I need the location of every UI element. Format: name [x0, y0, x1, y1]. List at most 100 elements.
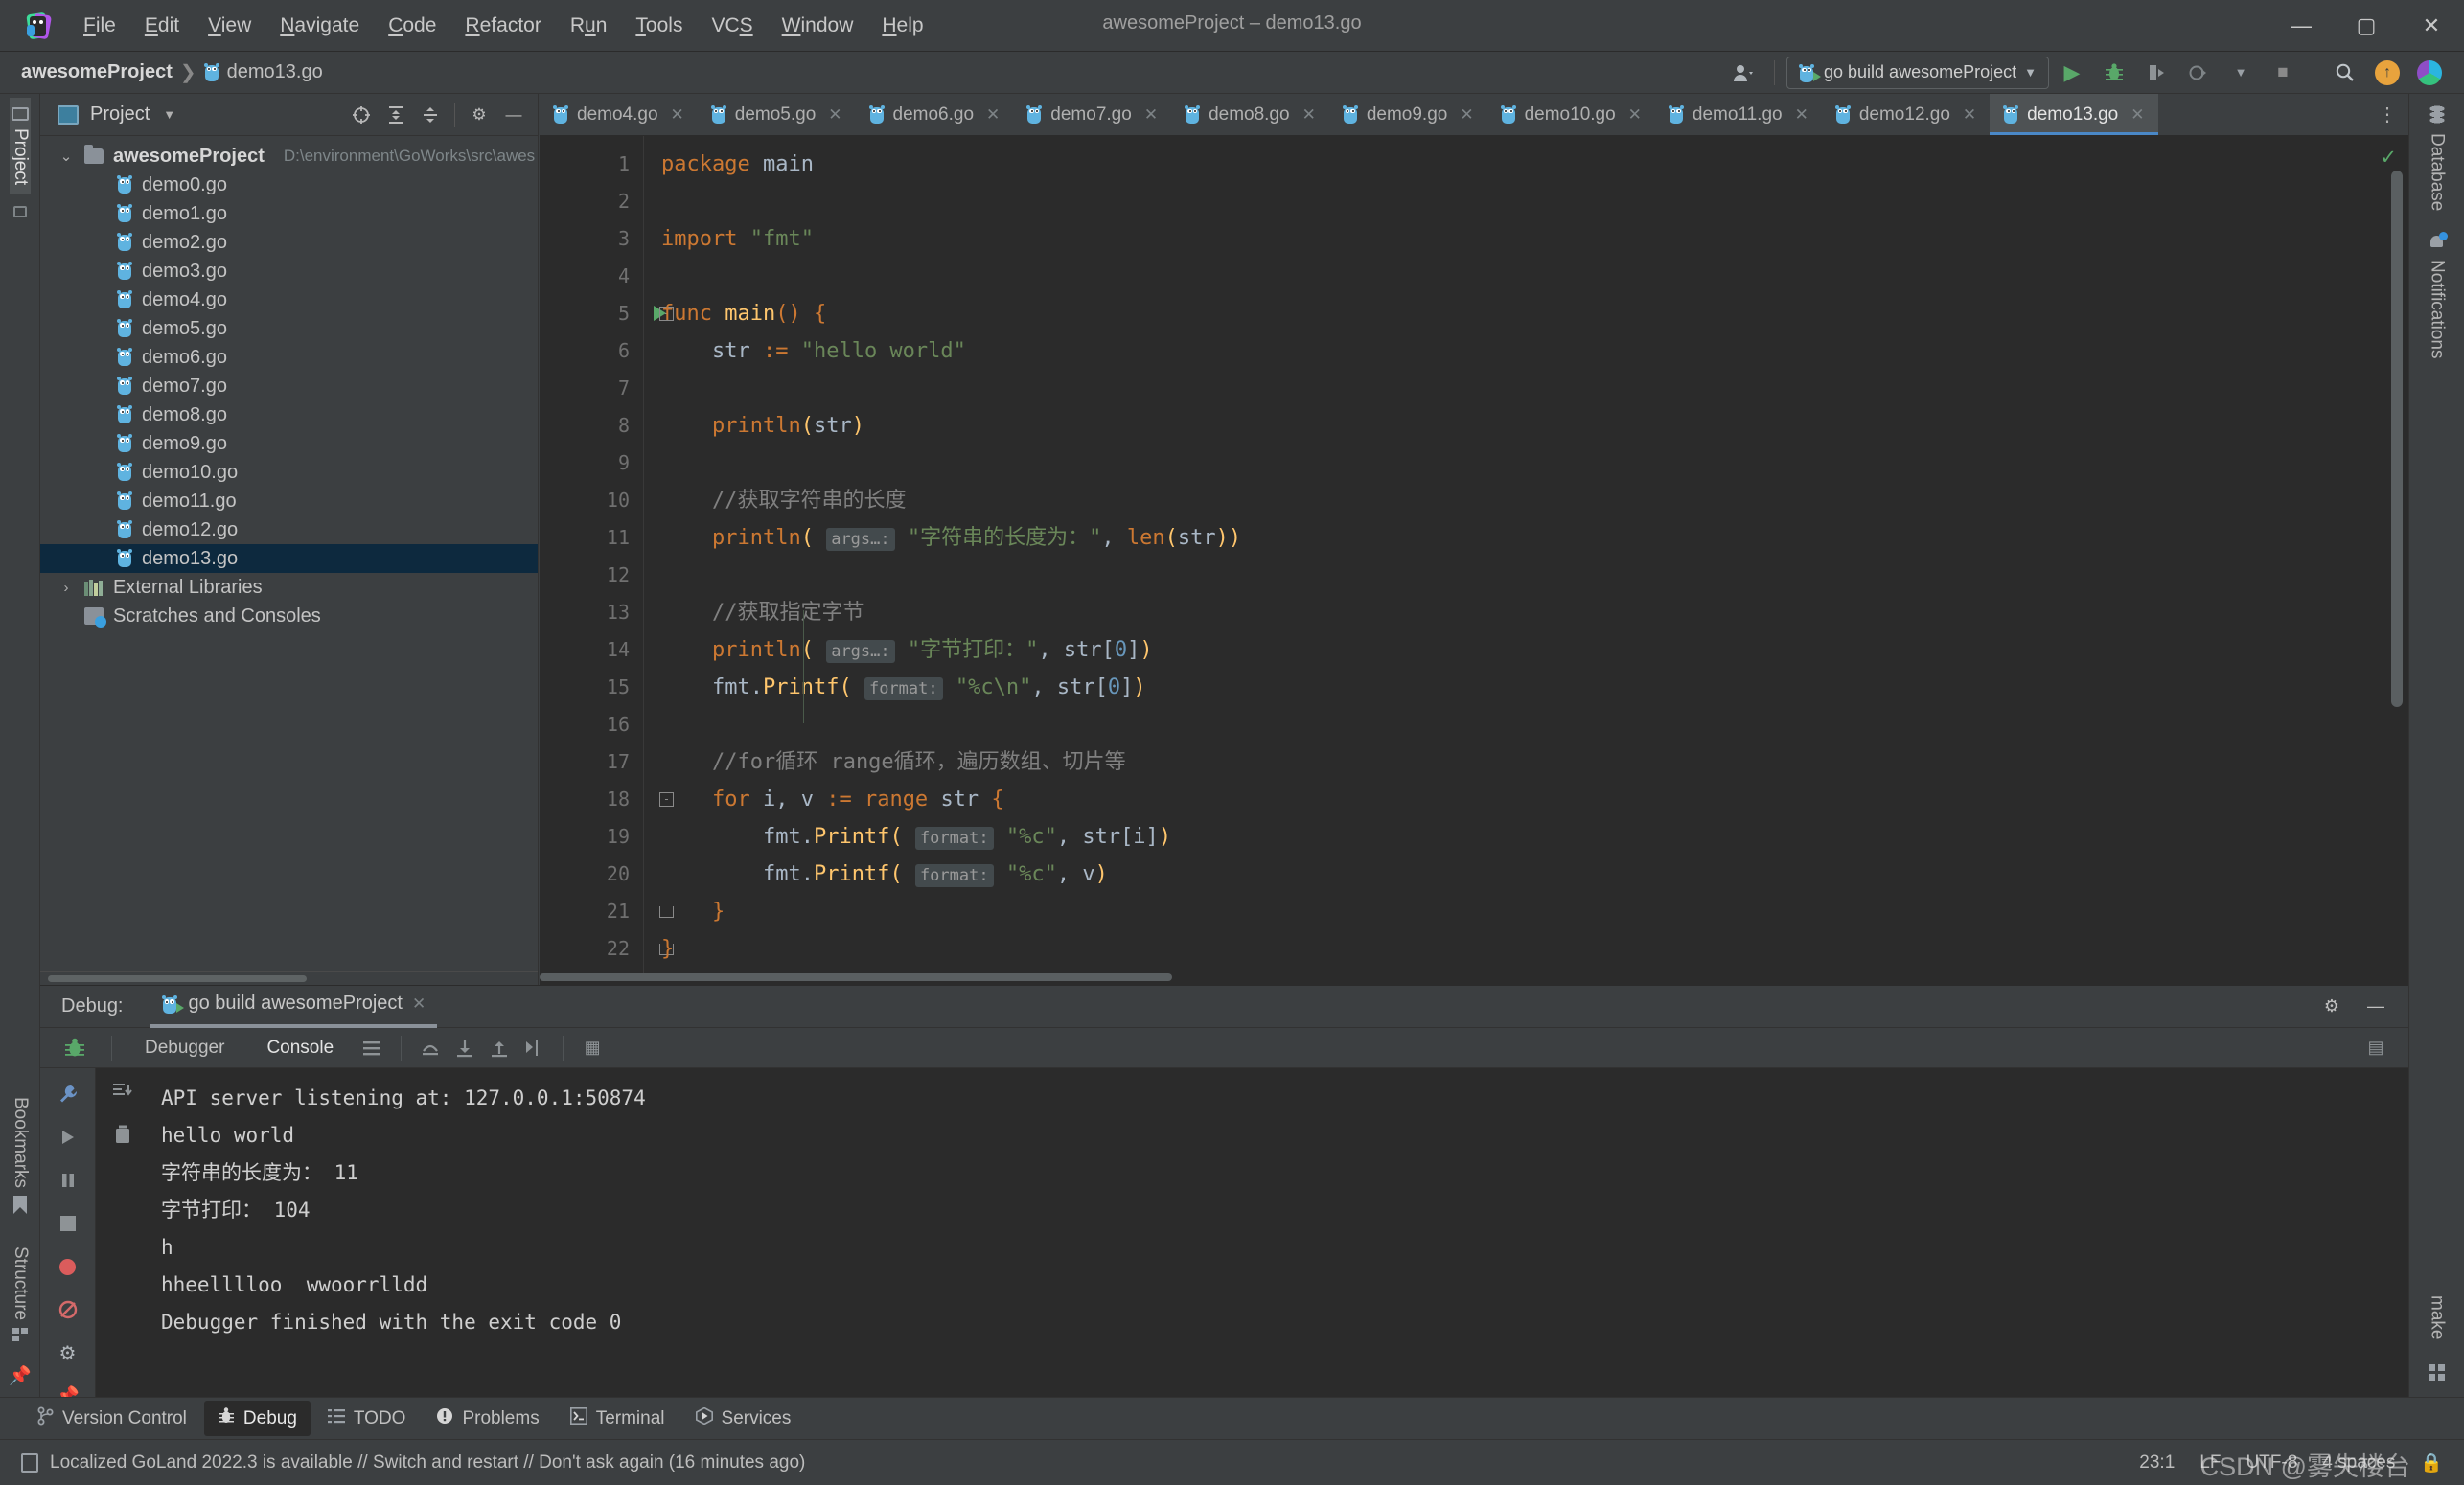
run-configuration-selector[interactable]: go build awesomeProject ▼	[1786, 56, 2049, 89]
code-line[interactable]: func main() {	[644, 295, 2382, 332]
debug-button[interactable]	[2095, 56, 2133, 90]
sidebar-item-database[interactable]: Database	[2427, 94, 2448, 222]
code-line[interactable]	[644, 370, 2382, 407]
file-encoding[interactable]: UTF-8	[2245, 1452, 2297, 1474]
mute-breakpoints-icon[interactable]	[52, 1296, 84, 1324]
menu-navigate[interactable]: Navigate	[265, 9, 374, 43]
step-into-icon[interactable]	[448, 1034, 482, 1062]
close-icon[interactable]: ✕	[2130, 105, 2144, 125]
run-to-cursor-icon[interactable]	[517, 1034, 551, 1062]
editor-tabs-menu-icon[interactable]: ⋮	[2366, 94, 2408, 135]
tree-node[interactable]: demo0.go	[40, 171, 538, 199]
editor-gutter[interactable]: 1 2 3 4 5-6 7 8 9 10 11 12 13 14 15 16 17 18-19 20 21 22	[540, 136, 674, 973]
close-icon[interactable]: ✕	[1302, 105, 1316, 125]
tree-node[interactable]: demo4.go	[40, 286, 538, 314]
stop-program-icon[interactable]	[52, 1209, 84, 1237]
code-line[interactable]: fmt.Printf( format: "%c", v)	[644, 856, 2382, 893]
code-line[interactable]: println(str)	[644, 407, 2382, 445]
code-line[interactable]	[644, 557, 2382, 594]
hide-panel-icon[interactable]: —	[497, 99, 530, 131]
editor-tab[interactable]: demo5.go ✕	[698, 94, 856, 135]
tree-node[interactable]: demo3.go	[40, 257, 538, 286]
code-line[interactable]: package main	[644, 146, 2382, 183]
step-out-icon[interactable]	[482, 1034, 517, 1062]
menu-refactor[interactable]: Refactor	[450, 9, 555, 43]
code-content[interactable]: package main import "fmt" func main() { st…	[643, 136, 2382, 973]
code-line[interactable]: println( args…: "字节打印：", str[0])	[644, 631, 2382, 669]
tree-node[interactable]: demo10.go	[40, 458, 538, 487]
code-line[interactable]: println( args…: "字符串的长度为：", len(str))	[644, 519, 2382, 557]
code-line[interactable]: for i, v := range str {	[644, 781, 2382, 818]
close-button[interactable]: ✕	[2399, 0, 2464, 52]
code-line[interactable]	[644, 706, 2382, 743]
editor-tab[interactable]: demo10.go ✕	[1487, 94, 1655, 135]
breadcrumb-file[interactable]: demo13.go	[227, 61, 323, 83]
editor-tab[interactable]: demo9.go ✕	[1329, 94, 1487, 135]
tree-twisty-icon[interactable]: ⌄	[58, 148, 75, 165]
sidebar-item-bookmarks[interactable]: Bookmarks	[10, 1087, 31, 1223]
indent-setting[interactable]: 4 spaces	[2322, 1452, 2395, 1474]
code-line[interactable]: fmt.Printf( format: "%c", str[i])	[644, 818, 2382, 856]
editor-tab[interactable]: demo8.go ✕	[1171, 94, 1329, 135]
profile-button[interactable]	[2179, 56, 2218, 90]
tree-twisty-icon[interactable]: ›	[58, 580, 75, 596]
menu-tools[interactable]: Tools	[621, 9, 697, 43]
collapse-all-icon[interactable]	[414, 99, 447, 131]
pin-icon[interactable]: 📌	[9, 1364, 32, 1387]
menu-code[interactable]: Code	[374, 9, 450, 43]
tool-window-button[interactable]: Version Control	[23, 1401, 200, 1436]
step-over-icon[interactable]	[413, 1034, 448, 1062]
code-line[interactable]	[644, 258, 2382, 295]
tool-window-button[interactable]: Debug	[203, 1401, 311, 1436]
debug-subtab[interactable]: Debugger	[124, 1032, 245, 1064]
commit-window-icon[interactable]	[13, 206, 27, 218]
tree-node[interactable]: demo8.go	[40, 400, 538, 429]
console-output[interactable]: API server listening at: 127.0.0.1:50874…	[150, 1068, 2408, 1410]
minimize-button[interactable]: —	[2268, 0, 2334, 52]
tool-window-button[interactable]: Problems	[423, 1402, 552, 1435]
ai-assistant-icon[interactable]	[2410, 56, 2449, 90]
editor-tab[interactable]: demo4.go ✕	[540, 94, 698, 135]
update-available-icon[interactable]: ↑	[2368, 56, 2406, 90]
evaluate-expression-icon[interactable]: ▦	[575, 1034, 610, 1062]
code-line[interactable]: //获取指定字节	[644, 594, 2382, 631]
tree-node[interactable]: demo7.go	[40, 372, 538, 400]
caret-position[interactable]: 23:1	[2139, 1452, 2175, 1474]
close-icon[interactable]: ✕	[671, 105, 684, 125]
code-line[interactable]: fmt.Printf( format: "%c\n", str[0])	[644, 669, 2382, 706]
menu-vcs[interactable]: VCS	[697, 9, 767, 43]
tool-window-button[interactable]: Terminal	[557, 1402, 679, 1435]
tree-node[interactable]: demo5.go	[40, 314, 538, 343]
code-line[interactable]: import "fmt"	[644, 220, 2382, 258]
editor-tab[interactable]: demo12.go ✕	[1822, 94, 1990, 135]
menu-edit[interactable]: Edit	[130, 9, 194, 43]
menu-view[interactable]: View	[194, 9, 265, 43]
debug-session-tab[interactable]: go build awesomeProject ✕	[150, 985, 438, 1028]
editor-tab[interactable]: demo13.go ✕	[1990, 94, 2158, 135]
inspection-status-icon[interactable]: ✓	[2380, 146, 2397, 170]
menu-help[interactable]: Help	[867, 9, 937, 43]
tree-node[interactable]: demo6.go	[40, 343, 538, 372]
debug-layout-settings-icon[interactable]	[355, 1034, 389, 1062]
editor-tab[interactable]: demo6.go ✕	[856, 94, 1014, 135]
debug-gear-icon[interactable]: ⚙	[52, 1339, 84, 1367]
tree-node[interactable]: demo9.go	[40, 429, 538, 458]
editor-vertical-scrollbar[interactable]	[2391, 171, 2403, 973]
tree-node[interactable]: ⌄ awesomeProject D:\environment\GoWorks\sr…	[40, 142, 538, 171]
sidebar-item-notifications[interactable]: Notifications	[2427, 222, 2448, 371]
code-line[interactable]: //获取字符串的长度	[644, 482, 2382, 519]
scroll-from-source-icon[interactable]	[345, 99, 378, 131]
gear-icon[interactable]: ⚙	[463, 99, 495, 131]
tree-node[interactable]: demo13.go	[40, 544, 538, 573]
maximize-button[interactable]: ▢	[2334, 0, 2399, 52]
pause-program-icon[interactable]	[52, 1166, 84, 1194]
editor-tab[interactable]: demo7.go ✕	[1013, 94, 1171, 135]
debug-hide-icon[interactable]: —	[2357, 990, 2395, 1024]
close-icon[interactable]: ✕	[986, 105, 1000, 125]
breakpoint-icon[interactable]	[52, 1253, 84, 1281]
project-tree[interactable]: ⌄ awesomeProject D:\environment\GoWorks\sr…	[40, 136, 538, 971]
status-message[interactable]: Localized GoLand 2022.3 is available // …	[50, 1452, 805, 1474]
tree-node[interactable]: demo2.go	[40, 228, 538, 257]
tree-node[interactable]: demo12.go	[40, 515, 538, 544]
profile-dropdown-icon[interactable]: ▼	[2222, 56, 2260, 90]
